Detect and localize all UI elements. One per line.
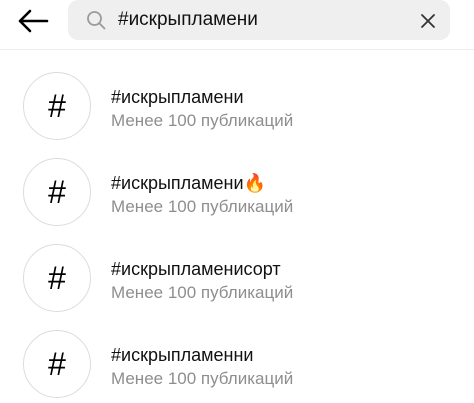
search-results-list: # #искрыпламени Менее 100 публикаций # #… [0, 72, 474, 403]
search-box[interactable] [68, 0, 450, 40]
header-divider [0, 49, 474, 50]
search-icon [87, 11, 106, 30]
hashtag-name: #искрыпламени🔥 [111, 173, 266, 193]
hashtag-icon: # [23, 72, 91, 140]
hash-symbol: # [48, 346, 66, 382]
hashtag-post-count: Менее 100 публикаций [111, 369, 294, 388]
hash-symbol: # [48, 88, 66, 124]
hashtag-result-row[interactable]: # #искрыпламени🔥 Менее 100 публикаций [0, 158, 474, 244]
back-button[interactable] [14, 5, 52, 37]
hashtag-name: #искрыпламенни [111, 345, 254, 365]
hashtag-result-row[interactable]: # #искрыпламенни Менее 100 публикаций [0, 330, 474, 403]
search-header [0, 0, 474, 48]
hashtag-icon: # [23, 244, 91, 312]
hashtag-post-count: Менее 100 публикаций [111, 111, 294, 130]
hashtag-name: #искрыпламенисорт [111, 259, 281, 279]
hash-symbol: # [48, 260, 66, 296]
hashtag-icon: # [23, 158, 91, 226]
hashtag-search-screen: # #искрыпламени Менее 100 публикаций # #… [0, 0, 474, 403]
clear-search-button[interactable] [416, 9, 440, 33]
hash-symbol: # [48, 174, 66, 210]
hashtag-post-count: Менее 100 публикаций [111, 283, 294, 302]
search-input[interactable] [118, 6, 408, 34]
hashtag-post-count: Менее 100 публикаций [111, 197, 294, 216]
close-icon [421, 14, 435, 28]
hashtag-result-row[interactable]: # #искрыпламенисорт Менее 100 публикаций [0, 244, 474, 330]
arrow-left-icon [18, 9, 49, 33]
hashtag-name: #искрыпламени [111, 87, 244, 107]
hashtag-result-row[interactable]: # #искрыпламени Менее 100 публикаций [0, 72, 474, 158]
hashtag-icon: # [23, 330, 91, 398]
